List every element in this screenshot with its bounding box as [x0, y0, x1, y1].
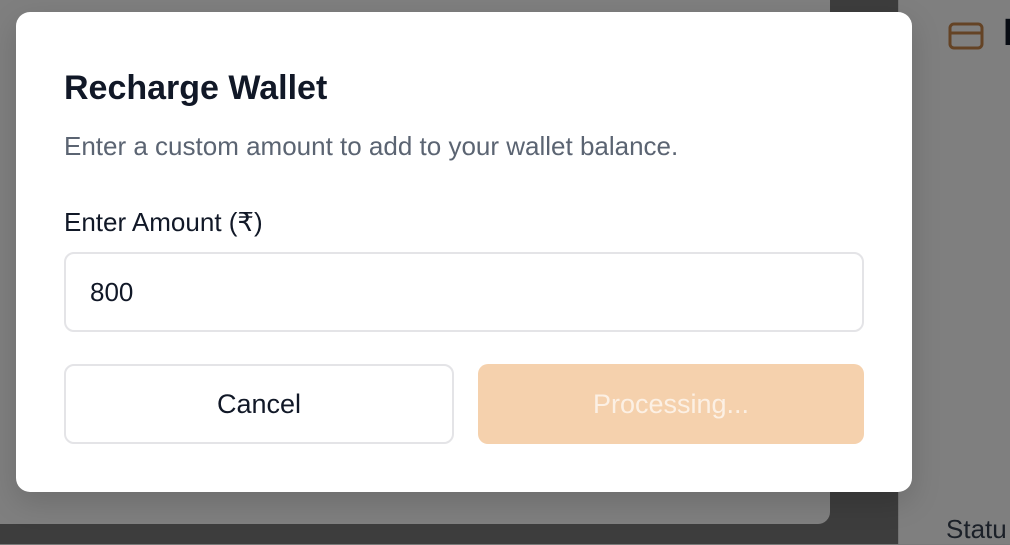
cancel-button[interactable]: Cancel — [64, 364, 454, 444]
dialog-title: Recharge Wallet — [64, 69, 328, 107]
amount-input[interactable] — [64, 252, 864, 332]
recharge-wallet-dialog: Recharge Wallet Enter a custom amount to… — [16, 12, 912, 492]
amount-label: Enter Amount (₹) — [64, 207, 263, 237]
dialog-description: Enter a custom amount to add to your wal… — [64, 131, 679, 161]
processing-button[interactable]: Processing... — [478, 364, 864, 444]
